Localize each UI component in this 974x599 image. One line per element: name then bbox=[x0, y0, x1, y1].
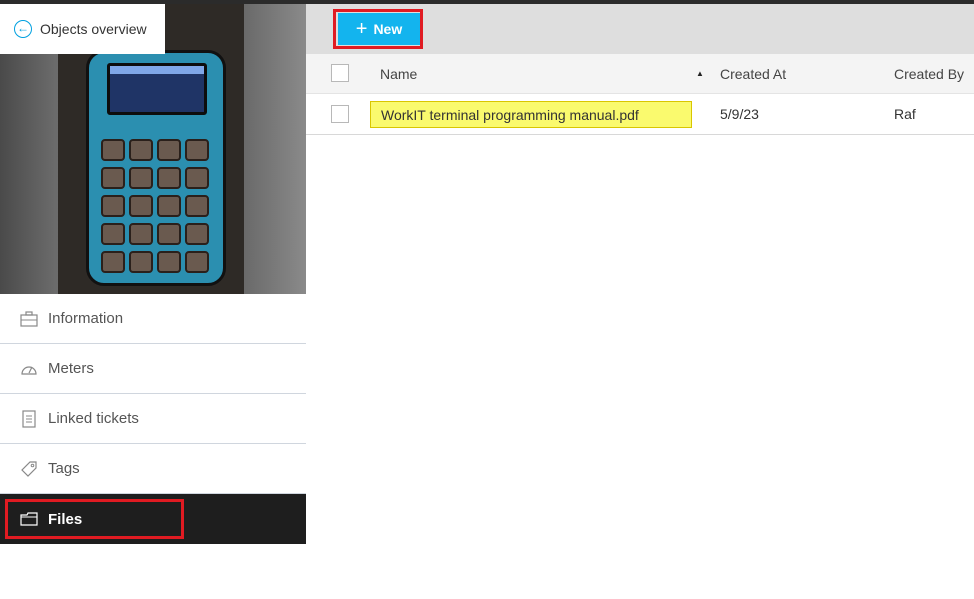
back-arrow-icon: ← bbox=[14, 20, 32, 38]
terminal-device-image bbox=[86, 50, 226, 286]
column-header-created-by[interactable]: Created By bbox=[894, 54, 964, 93]
select-all-checkbox[interactable] bbox=[331, 64, 349, 82]
tag-icon bbox=[20, 460, 38, 478]
files-highlight-box bbox=[5, 499, 184, 539]
column-header-created-at[interactable]: Created At bbox=[720, 54, 786, 93]
toolbar: + New bbox=[306, 4, 974, 54]
created-at-cell: 5/9/23 bbox=[720, 106, 759, 122]
table-row[interactable]: WorkIT terminal programming manual.pdf 5… bbox=[306, 94, 974, 135]
nav-item-meters[interactable]: Meters bbox=[0, 344, 306, 394]
nav-item-tags[interactable]: Tags bbox=[0, 444, 306, 494]
nav-item-label: Linked tickets bbox=[48, 410, 139, 427]
object-photo: ← Objects overview bbox=[0, 4, 306, 294]
objects-overview-link[interactable]: ← Objects overview bbox=[0, 4, 165, 54]
ticket-icon bbox=[20, 409, 38, 428]
file-name-link[interactable]: WorkIT terminal programming manual.pdf bbox=[370, 101, 692, 128]
nav-item-label: Information bbox=[48, 310, 124, 327]
new-highlight-box bbox=[333, 9, 423, 49]
table-header: Name ▲ Created At Created By bbox=[306, 54, 974, 94]
briefcase-icon bbox=[20, 310, 38, 328]
nav-item-label: Meters bbox=[48, 360, 94, 377]
object-sidebar: ← Objects overview Information Meters Li… bbox=[0, 4, 306, 599]
nav-item-linked-tickets[interactable]: Linked tickets bbox=[0, 394, 306, 444]
nav-item-label: Tags bbox=[48, 460, 80, 477]
nav-item-information[interactable]: Information bbox=[0, 294, 306, 344]
gauge-icon bbox=[20, 360, 38, 378]
created-by-cell: Raf bbox=[894, 106, 916, 122]
files-panel: + New Name ▲ Created At Created By WorkI… bbox=[306, 4, 974, 599]
row-checkbox[interactable] bbox=[331, 105, 349, 123]
sort-ascending-icon[interactable]: ▲ bbox=[696, 69, 704, 78]
column-header-name[interactable]: Name bbox=[380, 54, 417, 93]
back-link-label: Objects overview bbox=[40, 21, 147, 37]
